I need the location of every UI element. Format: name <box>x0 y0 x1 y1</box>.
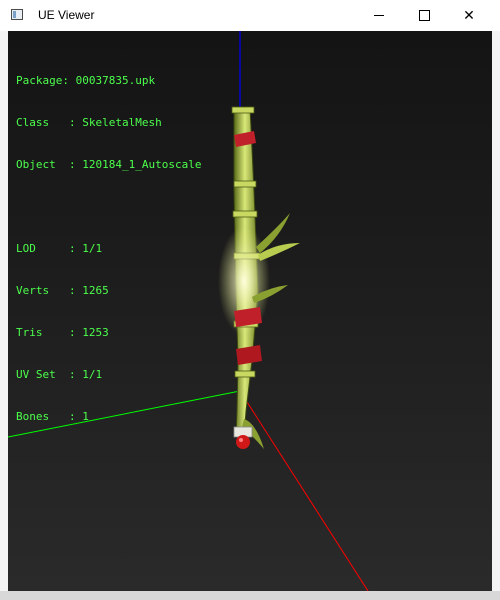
bottom-border <box>0 591 500 600</box>
info-verts-row: Verts : 1265 <box>16 284 201 298</box>
info-lod-value: 1/1 <box>82 242 103 255</box>
info-bones-value: 1 <box>82 410 89 423</box>
minimize-button[interactable] <box>356 0 402 31</box>
info-uvset-value: 1/1 <box>82 368 103 381</box>
info-object-value: 120184_1_Autoscale <box>82 158 202 171</box>
mesh-viewport[interactable]: Package: 00037835.upk Class : SkeletalMe… <box>8 31 492 591</box>
info-verts-label: Verts : <box>16 284 83 297</box>
info-uvset-row: UV Set : 1/1 <box>16 368 201 382</box>
mesh-info-overlay: Package: 00037835.upk Class : SkeletalMe… <box>16 46 201 452</box>
info-class-row: Class : SkeletalMesh <box>16 116 201 130</box>
info-package-value: 00037835.upk <box>75 74 156 87</box>
info-uvset-label: UV Set : <box>16 368 83 381</box>
info-object-row: Object : 120184_1_Autoscale <box>16 158 201 172</box>
background-window-right <box>492 31 500 591</box>
info-tris-label: Tris : <box>16 326 83 339</box>
info-package-row: Package: 00037835.upk <box>16 74 201 88</box>
info-bones-label: Bones : <box>16 410 83 423</box>
app-window: UE Viewer ✕ Package: 00037835.upk Class … <box>0 0 500 600</box>
bamboo-mesh <box>218 106 300 449</box>
info-object-label: Object : <box>16 158 83 171</box>
info-tris-value: 1253 <box>82 326 109 339</box>
x-axis <box>239 390 369 591</box>
info-spacer <box>16 200 201 214</box>
info-lod-row: LOD : 1/1 <box>16 242 201 256</box>
maximize-button[interactable] <box>401 0 447 31</box>
background-window-left <box>0 31 8 591</box>
title-bar[interactable]: UE Viewer ✕ <box>0 0 500 31</box>
close-button[interactable]: ✕ <box>446 0 492 31</box>
info-verts-value: 1265 <box>82 284 109 297</box>
info-tris-row: Tris : 1253 <box>16 326 201 340</box>
info-package-label: Package: <box>16 74 76 87</box>
info-bones-row: Bones : 1 <box>16 410 201 424</box>
app-icon <box>11 9 23 20</box>
info-class-label: Class : <box>16 116 83 129</box>
close-icon: ✕ <box>463 7 475 23</box>
maximize-icon <box>418 10 430 21</box>
info-class-value: SkeletalMesh <box>82 116 162 129</box>
window-title: UE Viewer <box>38 8 95 22</box>
minimize-icon <box>374 15 384 16</box>
info-lod-label: LOD : <box>16 242 83 255</box>
